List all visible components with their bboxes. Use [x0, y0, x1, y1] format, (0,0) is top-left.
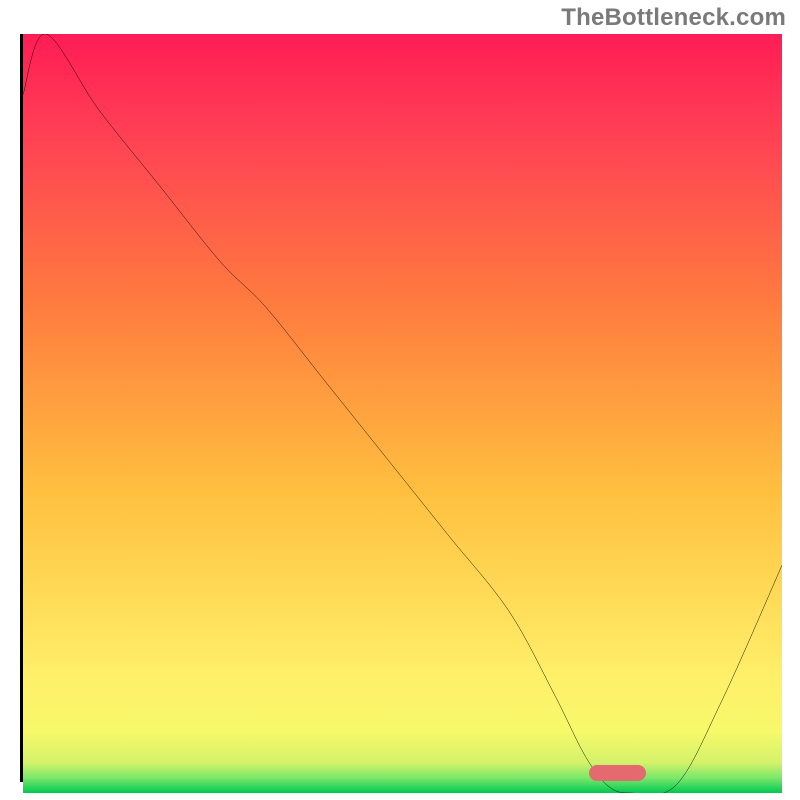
- optimal-marker: [589, 765, 645, 781]
- background-gradient: [23, 34, 782, 793]
- chart-canvas: TheBottleneck.com: [0, 0, 800, 800]
- watermark-label: TheBottleneck.com: [561, 4, 786, 32]
- plot-area: [20, 34, 782, 782]
